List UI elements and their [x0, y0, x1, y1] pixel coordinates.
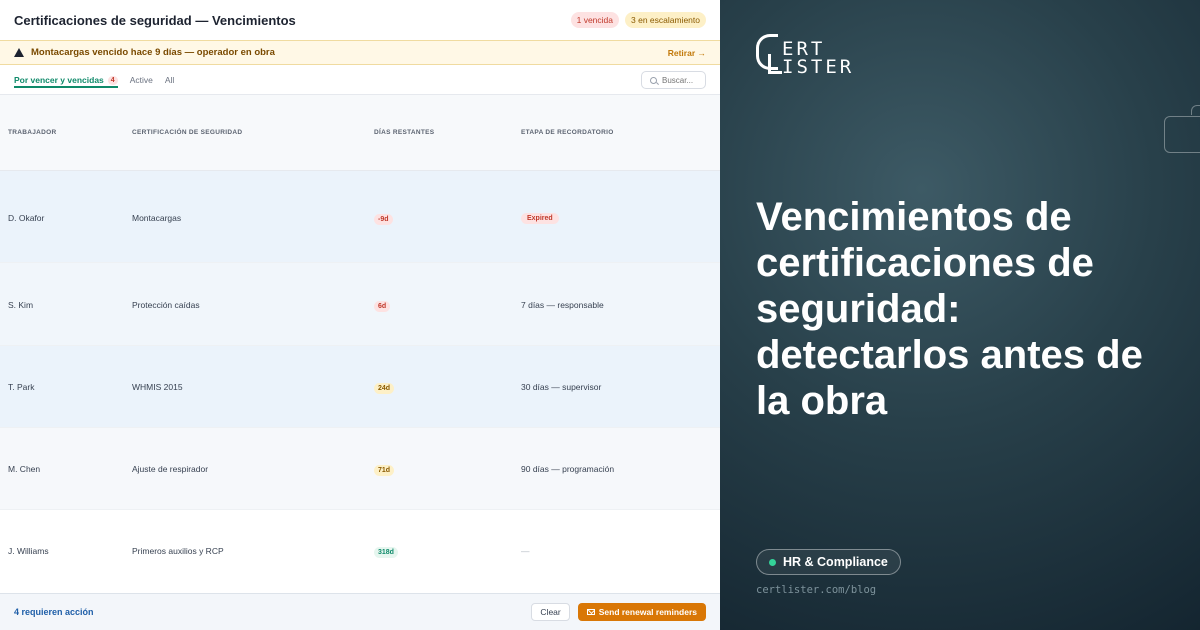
tab-label: Active — [129, 75, 153, 85]
retire-link[interactable]: Retirar → — [668, 48, 706, 58]
certification-name: Primeros auxilios y RCP — [132, 546, 224, 556]
decorative-card-outline — [1164, 116, 1200, 153]
send-reminders-button[interactable]: Send renewal reminders — [577, 603, 706, 621]
reminder-stage: 30 días — supervisor — [521, 382, 602, 392]
table-footer: 4 requieren acción Clear Send renewal re… — [0, 593, 720, 630]
logo-c-mark — [756, 34, 778, 70]
tab-label: Por vencer y vencidas — [14, 75, 104, 85]
days-pill: 24d — [374, 383, 395, 394]
column-header-worker[interactable]: TRABAJADOR — [8, 129, 57, 136]
worker-name: M. Chen — [8, 464, 41, 474]
reminder-stage: — — [521, 546, 530, 556]
expired-status-badge: Expired — [521, 213, 559, 224]
tab-label: All — [164, 75, 175, 85]
category-tag: HR & Compliance — [756, 549, 901, 575]
logo-l-mark-foot — [768, 71, 782, 74]
mail-icon — [586, 609, 595, 615]
header-badges: 1 vencida 3 en escalamiento — [570, 12, 706, 28]
table-row[interactable]: T. Park WHMIS 2015 24d 30 días — supervi… — [0, 346, 720, 428]
category-label: HR & Compliance — [783, 555, 888, 569]
promo-panel: ERT ISTER Vencimientos de certificacione… — [720, 0, 1200, 630]
days-pill: -9d — [374, 214, 393, 225]
tab-due-and-expired[interactable]: Por vencer y vencidas 4 — [14, 66, 118, 95]
tab-active[interactable]: Active — [130, 66, 153, 95]
category-dot-icon — [769, 558, 776, 566]
table-header: TRABAJADOR CERTIFICACIÓN DE SEGURIDAD DÍ… — [0, 95, 720, 171]
search-icon — [650, 76, 657, 84]
worker-name: D. Okafor — [8, 213, 45, 223]
worker-name: T. Park — [8, 382, 35, 392]
logo-l-mark — [768, 54, 771, 72]
clear-button[interactable]: Clear — [531, 603, 570, 621]
warning-icon — [14, 48, 24, 57]
certification-name: Ajuste de respirador — [132, 464, 209, 474]
search-input[interactable] — [662, 75, 702, 85]
article-headline: Vencimientos de certificaciones de segur… — [756, 195, 1143, 423]
app-header: Certificaciones de seguridad — Vencimien… — [0, 0, 720, 40]
days-pill: 318d — [374, 547, 398, 558]
column-header-certification[interactable]: CERTIFICACIÓN DE SEGURIDAD — [132, 129, 242, 136]
column-header-reminder-stage[interactable]: ETAPA DE RECORDATORIO — [521, 129, 614, 136]
worker-name: J. Williams — [8, 546, 49, 556]
send-reminders-label: Send renewal reminders — [598, 607, 697, 617]
days-remaining: 71d — [374, 464, 395, 476]
filter-tabs: Por vencer y vencidas 4 Active All — [0, 66, 720, 95]
decorative-shape — [1191, 105, 1200, 115]
certification-name: WHMIS 2015 — [132, 382, 183, 392]
worker-name: S. Kim — [8, 300, 34, 310]
table-row[interactable]: M. Chen Ajuste de respirador 71d 90 días… — [0, 428, 720, 510]
days-remaining: 318d — [374, 546, 398, 558]
blog-url: certlister.com/blog — [756, 584, 877, 596]
table-row[interactable]: J. Williams Primeros auxilios y RCP 318d… — [0, 510, 720, 593]
certification-name: Montacargas — [132, 213, 182, 223]
logo-text-line2: ISTER — [782, 56, 855, 78]
reminder-stage: 90 días — programación — [521, 464, 615, 474]
app-panel: Certificaciones de seguridad — Vencimien… — [0, 0, 720, 630]
search-box[interactable] — [641, 71, 706, 89]
reminder-stage: Expired — [521, 212, 559, 224]
expired-count-badge: 1 vencida — [570, 12, 619, 28]
days-remaining: -9d — [374, 213, 393, 225]
column-header-days-remaining[interactable]: DÍAS RESTANTES — [374, 129, 434, 136]
table-row[interactable]: D. Okafor Montacargas -9d Expired — [0, 171, 720, 263]
days-pill: 6d — [374, 301, 391, 312]
action-required-count: 4 requieren acción — [14, 607, 94, 617]
tab-all[interactable]: All — [165, 66, 174, 95]
days-pill: 71d — [374, 465, 395, 476]
certification-name: Protección caídas — [132, 300, 200, 310]
tab-count-badge: 4 — [107, 75, 118, 85]
alert-banner: Montacargas vencido hace 9 días — operad… — [0, 40, 720, 65]
table-row[interactable]: S. Kim Protección caídas 6d 7 días — res… — [0, 263, 720, 346]
days-remaining: 6d — [374, 300, 391, 312]
certlister-logo: ERT ISTER — [756, 34, 896, 78]
escalating-count-badge: 3 en escalamiento — [625, 12, 706, 28]
page-title: Certificaciones de seguridad — Vencimien… — [14, 12, 296, 28]
days-remaining: 24d — [374, 382, 395, 394]
reminder-stage: 7 días — responsable — [521, 300, 604, 310]
alert-text: Montacargas vencido hace 9 días — operad… — [31, 47, 275, 58]
